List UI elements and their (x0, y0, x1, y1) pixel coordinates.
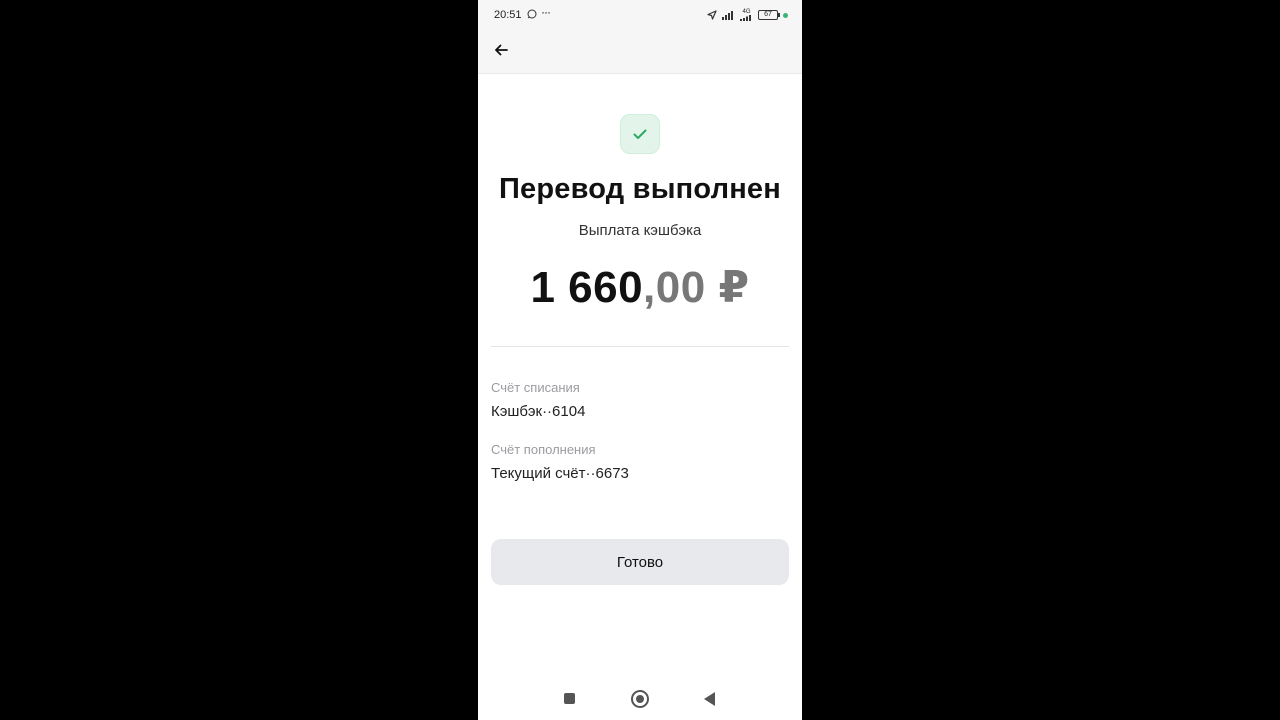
page-title: Перевод выполнен (499, 173, 781, 205)
from-account-value: Кэшбэк··6104 (491, 403, 586, 420)
battery-icon: 67 (758, 10, 780, 20)
signal-icon (722, 10, 733, 20)
app-header (478, 30, 802, 74)
battery-level: 67 (764, 11, 772, 18)
transfer-amount: 1 660,00 ₽ (478, 262, 802, 313)
done-button[interactable]: Готово (491, 539, 789, 585)
divider (491, 346, 789, 347)
system-nav-bar (478, 676, 802, 720)
status-icons: 4G 67 (707, 9, 788, 21)
transfer-subtitle: Выплата кэшбэка (578, 222, 702, 239)
location-icon (707, 10, 717, 20)
from-account-label: Счёт списания (491, 380, 580, 395)
whatsapp-icon (527, 9, 537, 19)
status-dot-icon (783, 12, 788, 18)
arrow-left-icon (495, 44, 508, 56)
back-triangle-icon[interactable] (704, 692, 715, 706)
to-account-value: Текущий счёт··6673 (491, 465, 629, 482)
amount-integer: 1 660 (530, 263, 644, 312)
phone-screen: 20:51 ··· 4G 67 Перевод выполнен Выплата… (478, 0, 802, 720)
checkmark-icon (633, 129, 647, 139)
home-icon[interactable] (631, 690, 649, 708)
to-account-label: Счёт пополнения (491, 442, 596, 457)
amount-fraction: ,00 ₽ (643, 263, 750, 312)
signal-4g-icon: 4G (740, 9, 753, 21)
success-badge (620, 114, 660, 154)
status-time: 20:51 (494, 9, 522, 21)
more-notifications-icon: ··· (541, 5, 551, 19)
recent-apps-icon[interactable] (564, 693, 575, 704)
back-button[interactable] (491, 40, 511, 60)
status-bar: 20:51 ··· 4G 67 (478, 0, 802, 30)
